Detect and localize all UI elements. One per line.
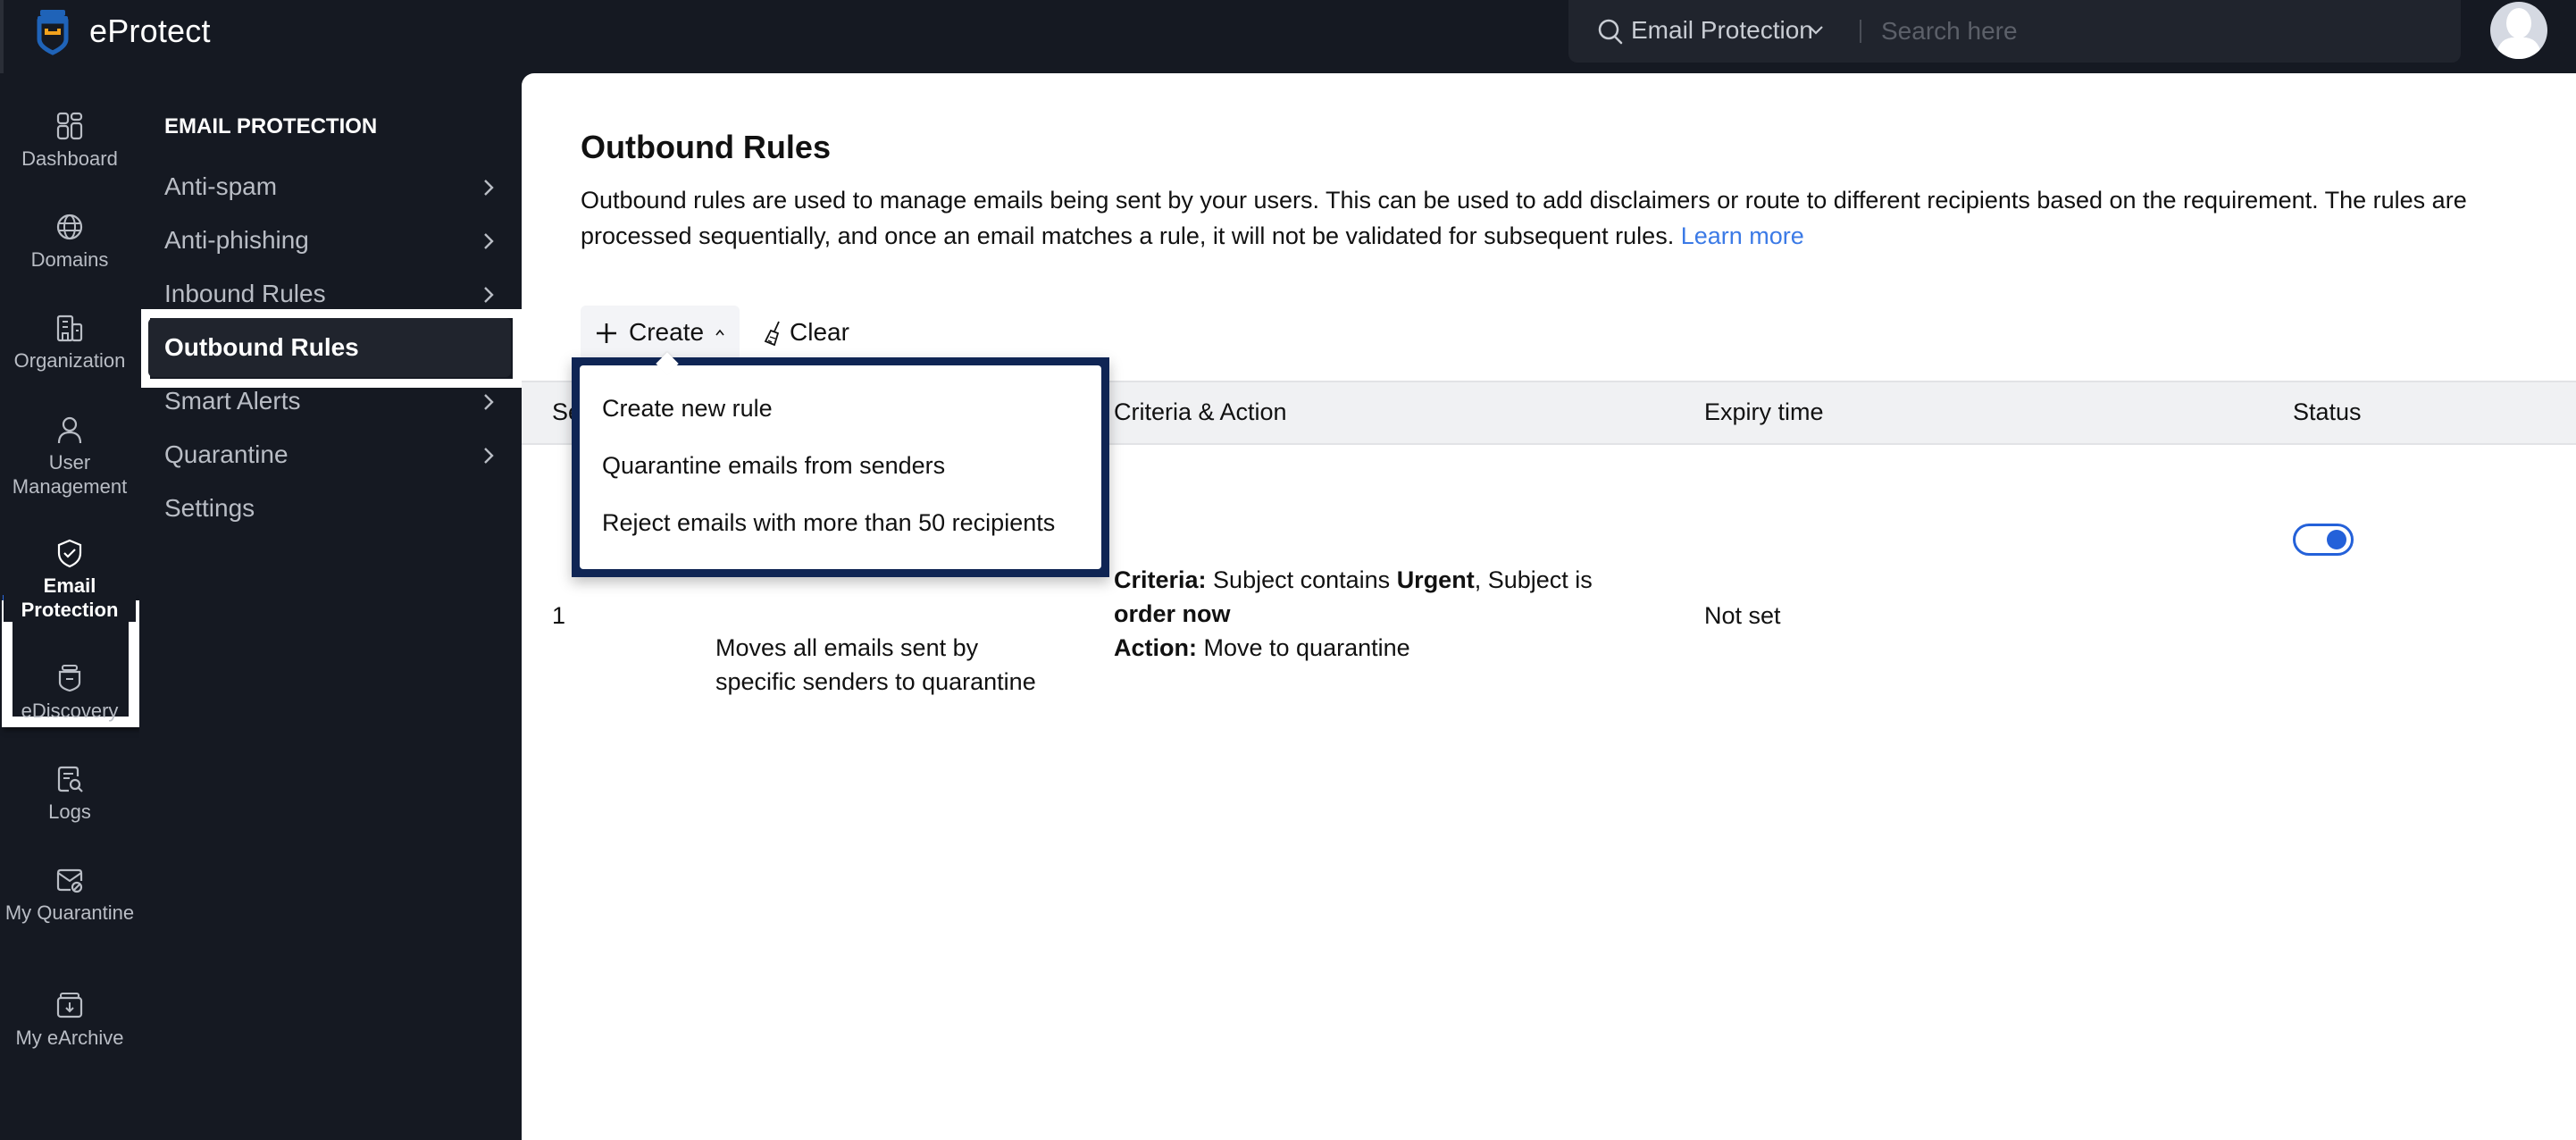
rail-item-label: My eArchive xyxy=(15,1027,124,1049)
rail-item-organization[interactable]: Organization xyxy=(4,313,136,373)
rail-item-logs[interactable]: Logs xyxy=(4,764,136,824)
rule-description-line: specific senders to quarantine xyxy=(715,668,1036,695)
subnav-heading: EMAIL PROTECTION xyxy=(164,114,378,138)
search-icon xyxy=(1598,19,1623,45)
subnav-item-label: Inbound Rules xyxy=(164,280,326,307)
rule-status-toggle[interactable] xyxy=(2293,524,2354,556)
rail-item-email-protection[interactable]: Email Protection xyxy=(4,538,136,622)
rail-item-domains[interactable]: Domains xyxy=(4,212,136,272)
secondary-nav: EMAIL PROTECTION Anti-spam Anti-phishing… xyxy=(139,73,522,1140)
subnav-item-label: Settings xyxy=(164,494,255,522)
subnav-item-label: Outbound Rules xyxy=(164,333,359,361)
global-search: Email Protection xyxy=(1568,0,2461,63)
column-header-status[interactable]: Status xyxy=(2293,398,2362,426)
chevron-right-icon xyxy=(484,233,494,249)
subnav-item-label: Anti-phishing xyxy=(164,226,309,254)
rule-expiry: Not set xyxy=(1704,602,1781,629)
chevron-down-icon[interactable] xyxy=(1808,25,1824,36)
rule-description: Moves all emails sent by specific sender… xyxy=(715,631,1036,699)
criteria-value: Urgent xyxy=(1396,566,1475,593)
create-menu: Create new rule Quarantine emails from s… xyxy=(580,365,1101,569)
subnav-item-anti-phishing[interactable]: Anti-phishing xyxy=(164,218,495,263)
rail-item-label: Domains xyxy=(30,248,109,271)
menu-item-reject-bulk-recipients[interactable]: Reject emails with more than 50 recipien… xyxy=(602,500,1084,545)
broom-icon xyxy=(764,321,780,347)
action-text: Move to quarantine xyxy=(1203,634,1410,661)
log-search-icon xyxy=(57,766,83,792)
toggle-knob xyxy=(2327,530,2346,549)
chevron-right-icon xyxy=(484,394,494,410)
chevron-right-icon xyxy=(484,448,494,464)
chevron-right-icon xyxy=(484,287,494,303)
ediscovery-icon xyxy=(58,665,81,692)
subnav-item-label: Anti-spam xyxy=(164,172,278,200)
app-brand: eProtect xyxy=(89,13,211,49)
rail-item-ediscovery[interactable]: eDiscovery xyxy=(4,663,136,723)
menu-item-create-new-rule[interactable]: Create new rule xyxy=(602,386,1084,431)
page-description: Outbound rules are used to manage emails… xyxy=(581,182,2555,254)
description-text: Outbound rules are used to manage emails… xyxy=(581,187,2467,249)
rail-item-label: Organization xyxy=(13,349,126,372)
user-icon xyxy=(57,416,82,444)
page-title: Outbound Rules xyxy=(581,129,831,165)
rail-item-my-quarantine[interactable]: My Quarantine xyxy=(4,865,136,925)
criteria-label: Criteria: xyxy=(1114,566,1207,593)
clear-label: Clear xyxy=(790,318,849,346)
dashboard-grid-icon xyxy=(56,112,83,140)
subnav-item-settings[interactable]: Settings xyxy=(164,486,495,531)
globe-icon xyxy=(56,214,83,240)
subnav-item-anti-spam[interactable]: Anti-spam xyxy=(164,164,495,209)
create-button[interactable]: Create xyxy=(581,306,740,361)
rail-item-label: My Quarantine xyxy=(4,901,135,924)
user-avatar-icon xyxy=(2496,8,2542,59)
menu-item-quarantine-senders[interactable]: Quarantine emails from senders xyxy=(602,443,1084,488)
main-content: Outbound Rules Outbound rules are used t… xyxy=(522,73,2576,1140)
chevron-right-icon xyxy=(484,180,494,196)
archive-download-icon xyxy=(56,993,83,1018)
criteria-value: order now xyxy=(1114,600,1231,627)
search-divider xyxy=(1860,20,1861,43)
rule-sequence: 1 xyxy=(552,602,566,629)
plus-icon xyxy=(597,323,616,343)
subnav-item-smart-alerts[interactable]: Smart Alerts xyxy=(164,379,495,423)
create-label: Create xyxy=(629,318,705,346)
column-header-criteria[interactable]: Criteria & Action xyxy=(1114,398,1287,426)
column-header-expiry[interactable]: Expiry time xyxy=(1704,398,1824,426)
search-input[interactable] xyxy=(1881,11,2417,52)
rule-criteria-action: Criteria: Subject contains Urgent, Subje… xyxy=(1114,563,1632,665)
criteria-text: Subject contains xyxy=(1213,566,1391,593)
primary-nav-rail: Dashboard Domains Organization User Mana… xyxy=(0,73,139,1140)
mail-blocked-icon xyxy=(56,868,83,893)
rail-item-label: Email Protection xyxy=(21,574,119,621)
shield-check-icon xyxy=(57,539,82,568)
eprotect-logo-icon xyxy=(37,10,69,55)
user-avatar[interactable] xyxy=(2490,2,2547,59)
top-bar: eProtect Email Protection xyxy=(0,0,2576,73)
action-label: Action: xyxy=(1114,634,1197,661)
rail-item-user-management[interactable]: User Management xyxy=(4,415,136,499)
rail-item-label: eDiscovery xyxy=(21,700,119,722)
rail-item-dashboard[interactable]: Dashboard xyxy=(4,111,136,171)
subnav-item-quarantine[interactable]: Quarantine xyxy=(164,432,495,477)
clear-button[interactable]: Clear xyxy=(756,306,872,361)
learn-more-link[interactable]: Learn more xyxy=(1681,222,1804,249)
search-scope-dropdown[interactable]: Email Protection xyxy=(1631,16,1813,45)
subnav-item-label: Smart Alerts xyxy=(164,387,301,415)
chevron-up-icon xyxy=(715,329,724,336)
rail-item-label: User Management xyxy=(12,451,128,498)
rail-item-label: Dashboard xyxy=(21,147,118,170)
criteria-text: , Subject is xyxy=(1474,566,1593,593)
rule-description-line: Moves all emails sent by xyxy=(715,634,979,661)
rail-item-my-earchive[interactable]: My eArchive xyxy=(4,990,136,1050)
subnav-item-label: Quarantine xyxy=(164,440,289,468)
rail-item-label: Logs xyxy=(48,801,91,823)
building-icon xyxy=(56,314,83,342)
create-menu-highlight-frame: Create new rule Quarantine emails from s… xyxy=(572,357,1109,577)
